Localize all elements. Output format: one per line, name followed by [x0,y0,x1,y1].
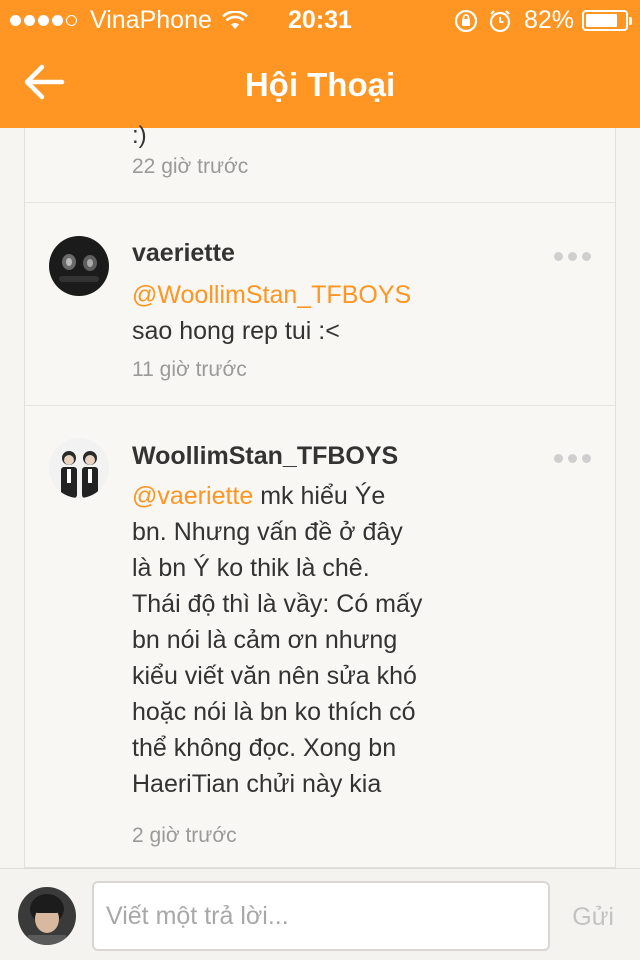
comment-text-line: @vaeriette mk hiểu Ýe [132,478,452,514]
comment-text-line: kiểu viết văn nên sửa khó [132,658,452,694]
reply-bar: Gửi [0,868,640,960]
comment-body: @WoollimStan_TFBOYS sao hong rep tui :< [132,277,432,349]
comment-text: bn nói là cảm ơn nhưng [132,626,398,654]
avatar[interactable] [49,236,109,296]
comment-time: 2 giờ trước [132,824,237,847]
avatar[interactable] [49,438,109,498]
comment-text: mk hiểu Ýe [260,482,386,510]
comment-time: 11 giờ trước [132,358,247,381]
comment-text: Thái độ thì là vầy: Có mấy [132,590,423,618]
comment-text: là bn Ý ko thik là chê. [132,554,370,582]
rotation-lock-icon [454,9,478,32]
top-bar: VinaPhone 20:31 82% Hội Thoại [0,0,640,128]
conversation-list[interactable]: :) 22 giờ trước vaeriette @WoollimStan_T… [24,122,616,868]
comment-username[interactable]: vaeriette [132,239,235,268]
avatar-image [18,887,76,945]
comment-item: vaeriette @WoollimStan_TFBOYS sao hong r… [25,203,615,403]
comment-text: sao hong rep tui :< [132,317,340,345]
comment-text: thể không đọc. Xong bn [132,734,397,762]
battery-level [586,14,618,27]
nav-bar: Hội Thoại [0,40,640,128]
comment-username[interactable]: WoollimStan_TFBOYS [132,442,398,471]
alarm-icon [489,9,511,32]
status-right: 82% [454,6,632,35]
mention-link[interactable]: @vaeriette [132,482,253,510]
comment-text: hoặc nói là bn ko thích có [132,698,416,726]
comment-text-line: HaeriTian chửi này kia [132,766,452,802]
battery-icon [582,10,632,31]
previous-comment-text: :) [132,122,147,149]
avatar-image [49,438,109,498]
comment-body: @vaeriette mk hiểu Ýe bn. Nhưng vấn đề ở … [132,478,452,802]
avatar-image [49,236,109,296]
comment-text-line: hoặc nói là bn ko thích có [132,694,452,730]
comment-text-line: bn nói là cảm ơn nhưng [132,622,452,658]
comment-text: HaeriTian chửi này kia [132,770,382,798]
comment-text: kiểu viết văn nên sửa khó [132,662,417,690]
previous-comment-time: 22 giờ trước [132,155,249,178]
status-bar: VinaPhone 20:31 82% [0,0,640,40]
more-dot-icon [554,252,563,261]
more-dot-icon [554,454,563,463]
page-title: Hội Thoại [244,66,396,103]
more-options-button[interactable] [549,454,591,463]
comment-text-line: là bn Ý ko thik là chê. [132,550,452,586]
my-avatar [18,887,76,945]
reply-input[interactable] [92,881,550,951]
send-button[interactable]: Gửi [572,903,614,932]
comment-text-line: Thái độ thì là vầy: Có mấy [132,586,452,622]
comment-text: bn. Nhưng vấn đề ở đây [132,518,403,546]
comment-item: WoollimStan_TFBOYS @vaeriette mk hiểu Ýe… [25,406,615,866]
comment-text-line: thể không đọc. Xong bn [132,730,452,766]
battery-percent: 82% [523,6,574,34]
comment-text-line: bn. Nhưng vấn đề ở đây [132,514,452,550]
more-options-button[interactable] [549,252,591,261]
mention-link[interactable]: @WoollimStan_TFBOYS [132,277,432,313]
